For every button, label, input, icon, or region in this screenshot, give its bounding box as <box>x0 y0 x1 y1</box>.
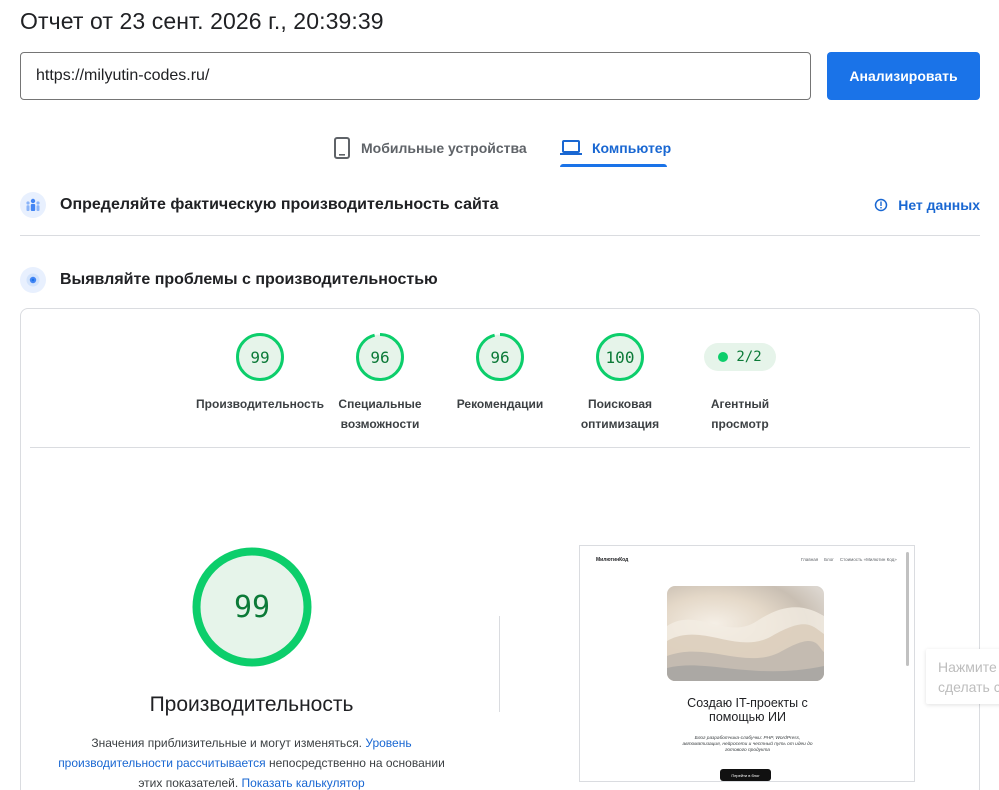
smartphone-icon <box>333 137 351 159</box>
users-icon <box>20 192 46 218</box>
gauges-divider <box>30 447 970 448</box>
tab-desktop-label: Компьютер <box>592 140 672 156</box>
report-title: Отчет от 23 сент. 2026 г., 20:39:39 <box>20 8 384 34</box>
score-value: 100 <box>605 347 635 367</box>
agent-view-badge[interactable]: 2/2 Агентный просмотр <box>680 332 800 434</box>
page-screenshot-preview: МилютинКод Главная Блог Стоимость «Милют… <box>579 545 915 782</box>
score-gauge-seo[interactable]: 100 Поисковая оптимизация <box>560 332 680 434</box>
section-divider <box>20 235 980 236</box>
score-value: 96 <box>490 347 510 367</box>
score-value: 96 <box>370 347 390 367</box>
no-data-label: Нет данных <box>898 197 980 213</box>
no-data-status[interactable]: Нет данных <box>874 197 980 213</box>
score-label: Специальные возможности <box>338 397 422 431</box>
active-tab-indicator <box>560 164 667 167</box>
performance-big-gauge: 99 <box>191 546 313 668</box>
laptop-icon <box>560 139 582 157</box>
performance-title: Производительность <box>149 693 354 716</box>
hint-popup[interactable]: Нажмите сделать с <box>926 649 999 704</box>
field-data-section: Определяйте фактическую производительнос… <box>20 190 980 220</box>
agent-view-value: 2/2 <box>736 349 762 365</box>
score-label: Поисковая оптимизация <box>580 397 660 431</box>
field-data-title: Определяйте фактическую производительнос… <box>60 196 499 213</box>
agent-view-pill: 2/2 <box>704 343 776 371</box>
preview-headline: Создаю IT-проекты с помощью ИИ <box>687 696 808 724</box>
preview-logo: МилютинКод <box>596 557 629 563</box>
analyze-button[interactable]: Анализировать <box>827 52 980 100</box>
lab-data-title: Выявляйте проблемы с производительностью <box>60 271 438 288</box>
score-label: Производительность <box>196 397 324 411</box>
preview-subtext: Блог разработчика-слабучки: PHP, WordPre… <box>682 736 813 753</box>
score-value: 99 <box>250 347 270 367</box>
url-input[interactable] <box>20 52 811 100</box>
lab-data-section: Выявляйте проблемы с производительностью <box>20 265 980 295</box>
tab-mobile[interactable]: Мобильные устройства <box>333 128 527 168</box>
score-gauge-accessibility[interactable]: 96 Специальные возможности <box>320 332 440 434</box>
performance-score: 99 <box>233 589 271 625</box>
show-calculator-link[interactable]: Показать калькулятор <box>242 776 365 790</box>
pass-dot-icon <box>718 352 729 362</box>
score-gauge-performance[interactable]: 99 Производительность <box>196 332 324 414</box>
tab-mobile-label: Мобильные устройства <box>361 140 527 156</box>
preview-scrollbar <box>906 552 909 666</box>
tab-desktop[interactable]: Компьютер <box>560 128 671 168</box>
preview-nav: Главная Блог Стоимость «Милютин Код» <box>801 557 897 562</box>
performance-description: Значения приблизительные и могут изменят… <box>58 736 445 790</box>
preview-button: Перейти в блог <box>720 769 771 781</box>
vertical-divider <box>499 616 500 712</box>
score-gauge-best-practices[interactable]: 96 Рекомендации <box>440 332 560 414</box>
agent-view-label: Агентный просмотр <box>710 397 770 431</box>
score-label: Рекомендации <box>456 397 544 411</box>
radar-icon <box>20 267 46 293</box>
info-icon <box>874 198 888 212</box>
hint-text: Нажмите сделать с <box>938 659 999 695</box>
preview-hero-image <box>667 586 824 681</box>
